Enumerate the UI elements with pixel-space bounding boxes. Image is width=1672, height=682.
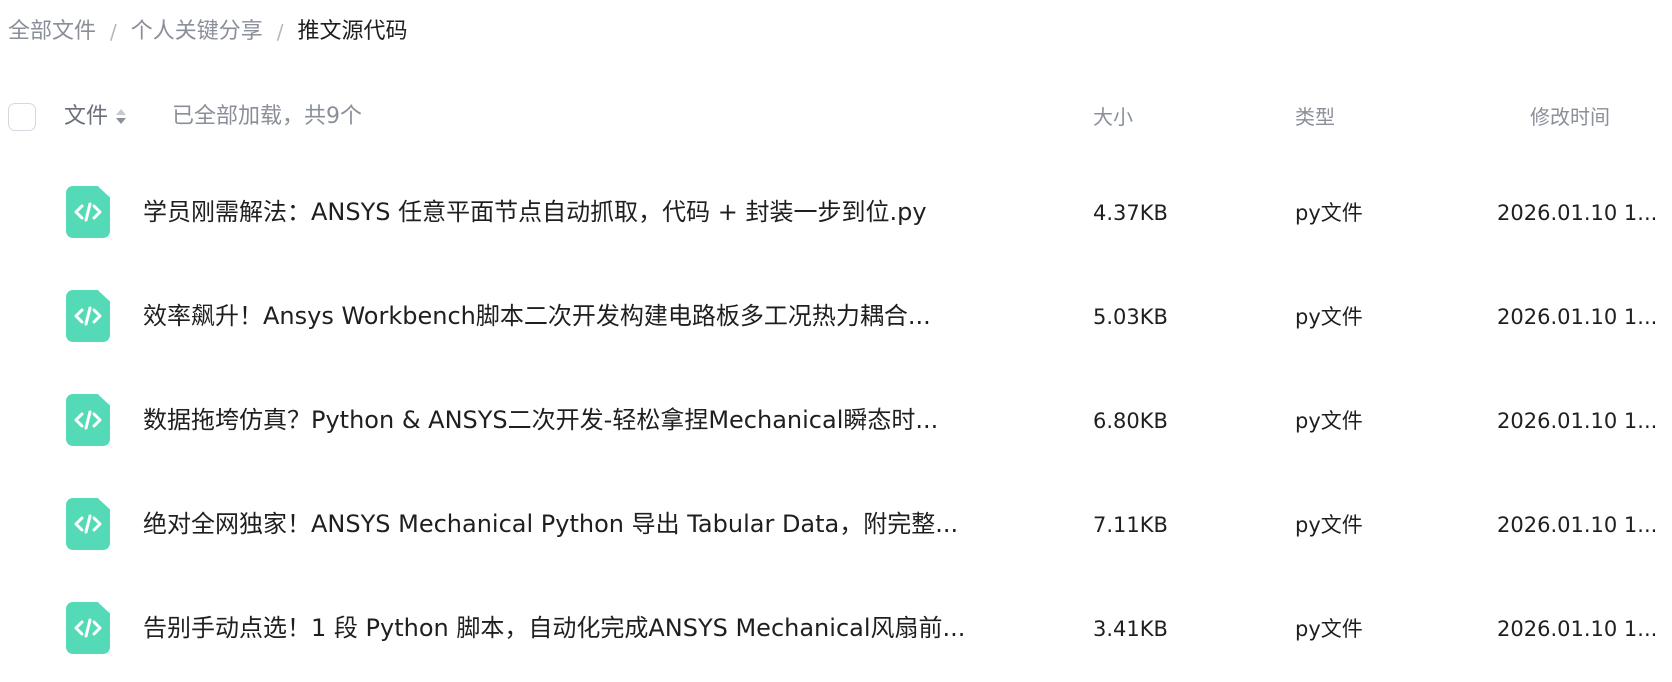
code-file-icon [66,290,110,342]
file-row[interactable]: 数据拖垮仿真？Python & ANSYS二次开发-轻松拿捏Mechanical… [0,374,1672,478]
breadcrumb-separator: / [276,20,284,44]
file-type: py文件 [1295,617,1363,641]
file-column-label: 文件 [64,104,109,129]
code-file-icon [66,186,110,238]
list-header: 文件 已全部加载，共9个 大小 类型 修改时间 [0,92,1672,142]
breadcrumb: 全部文件 / 个人关键分享 / 推文源代码 [8,14,408,50]
sort-icon[interactable] [114,106,128,128]
breadcrumb-separator: / [110,20,117,44]
load-status: 已全部加载，共9个 [172,104,362,129]
code-file-icon [66,602,110,654]
file-mtime: 2026.01.10 1... [1497,513,1658,537]
file-size: 3.41KB [1093,617,1168,641]
breadcrumb-personal-share[interactable]: 个人关键分享 [131,14,263,50]
mtime-column-header[interactable]: 修改时间 [1530,101,1610,133]
file-type: py文件 [1295,409,1363,433]
file-column-header[interactable]: 文件 [64,99,128,135]
file-mtime: 2026.01.10 1... [1497,409,1658,433]
file-mtime: 2026.01.10 1... [1497,305,1658,329]
file-size: 4.37KB [1093,201,1168,225]
file-size: 6.80KB [1093,409,1168,433]
breadcrumb-all-files[interactable]: 全部文件 [8,14,96,50]
file-row[interactable]: 学员刚需解法：ANSYS 任意平面节点自动抓取，代码 + 封装一步到位.py 4… [0,166,1672,270]
code-file-icon [66,498,110,550]
file-size: 5.03KB [1093,305,1168,329]
file-type: py文件 [1295,305,1363,329]
file-mtime: 2026.01.10 1... [1497,201,1658,225]
file-type: py文件 [1295,201,1363,225]
file-name[interactable]: 效率飙升！Ansys Workbench脚本二次开发构建电路板多工况热力耦合..… [143,298,931,334]
file-type: py文件 [1295,513,1363,537]
file-list: 学员刚需解法：ANSYS 任意平面节点自动抓取，代码 + 封装一步到位.py 4… [0,166,1672,682]
select-all-checkbox[interactable] [8,103,36,131]
size-column-header: 大小 [1093,105,1133,129]
file-row[interactable]: 告别手动点选！1 段 Python 脚本，自动化完成ANSYS Mechanic… [0,582,1672,682]
file-mtime: 2026.01.10 1... [1497,617,1658,641]
file-name[interactable]: 数据拖垮仿真？Python & ANSYS二次开发-轻松拿捏Mechanical… [143,402,938,438]
breadcrumb-current-folder: 推文源代码 [297,19,408,44]
type-column-header: 类型 [1295,105,1335,129]
file-row[interactable]: 效率飙升！Ansys Workbench脚本二次开发构建电路板多工况热力耦合..… [0,270,1672,374]
file-size: 7.11KB [1093,513,1168,537]
code-file-icon [66,394,110,446]
file-name[interactable]: 告别手动点选！1 段 Python 脚本，自动化完成ANSYS Mechanic… [143,610,965,646]
file-name[interactable]: 绝对全网独家！ANSYS Mechanical Python 导出 Tabula… [143,506,958,542]
file-name[interactable]: 学员刚需解法：ANSYS 任意平面节点自动抓取，代码 + 封装一步到位.py [143,194,927,230]
file-row[interactable]: 绝对全网独家！ANSYS Mechanical Python 导出 Tabula… [0,478,1672,582]
file-list-page: 全部文件 / 个人关键分享 / 推文源代码 文件 已全部加载，共9个 大小 类型… [0,0,1672,682]
